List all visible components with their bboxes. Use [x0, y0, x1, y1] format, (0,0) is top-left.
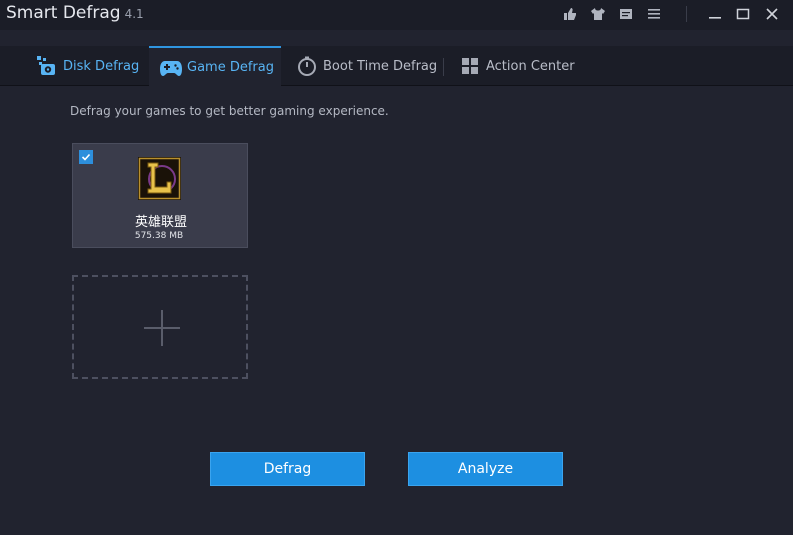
menu-icon[interactable]: [645, 5, 663, 23]
game-size: 575.38 MB: [134, 231, 184, 241]
grid-icon: [459, 55, 481, 77]
feedback-icon[interactable]: [617, 5, 635, 23]
title-bar-separator: [686, 6, 687, 22]
app-version: 4.1: [124, 7, 144, 21]
like-icon[interactable]: [561, 5, 579, 23]
tab-disk-defrag[interactable]: Disk Defrag: [36, 46, 139, 86]
game-card[interactable]: 英雄联盟 575.38 MB: [72, 143, 248, 248]
gamepad-icon: [160, 57, 182, 79]
add-game-tile[interactable]: [72, 275, 248, 379]
disk-defrag-icon: [36, 55, 58, 77]
tab-bar: Disk Defrag Game Defrag Boot Time Defrag: [0, 46, 793, 87]
checkmark-icon: [81, 153, 91, 161]
tab-label: Boot Time Defrag: [323, 58, 438, 74]
game-checkbox[interactable]: [79, 150, 93, 164]
league-of-legends-icon: [138, 157, 181, 200]
tab-divider: [443, 58, 444, 76]
app-title: Smart Defrag 4.1: [6, 3, 144, 23]
skin-icon[interactable]: [589, 5, 607, 23]
minimize-icon[interactable]: [706, 5, 724, 23]
tab-game-defrag[interactable]: Game Defrag: [149, 46, 281, 87]
title-bar: Smart Defrag 4.1: [0, 0, 793, 30]
tab-action-center[interactable]: Action Center: [459, 46, 575, 86]
app-name: Smart Defrag: [6, 3, 121, 23]
tab-label: Game Defrag: [187, 60, 274, 75]
game-name: 英雄联盟: [134, 215, 187, 230]
timer-icon: [296, 55, 318, 77]
tab-boot-time-defrag[interactable]: Boot Time Defrag: [296, 46, 437, 86]
maximize-icon[interactable]: [734, 5, 752, 23]
defrag-button[interactable]: Defrag: [210, 452, 365, 486]
close-icon[interactable]: [763, 5, 781, 23]
analyze-button[interactable]: Analyze: [408, 452, 563, 486]
tab-label: Action Center: [486, 58, 575, 74]
page-description: Defrag your games to get better gaming e…: [70, 104, 389, 118]
tab-label: Disk Defrag: [63, 58, 140, 74]
